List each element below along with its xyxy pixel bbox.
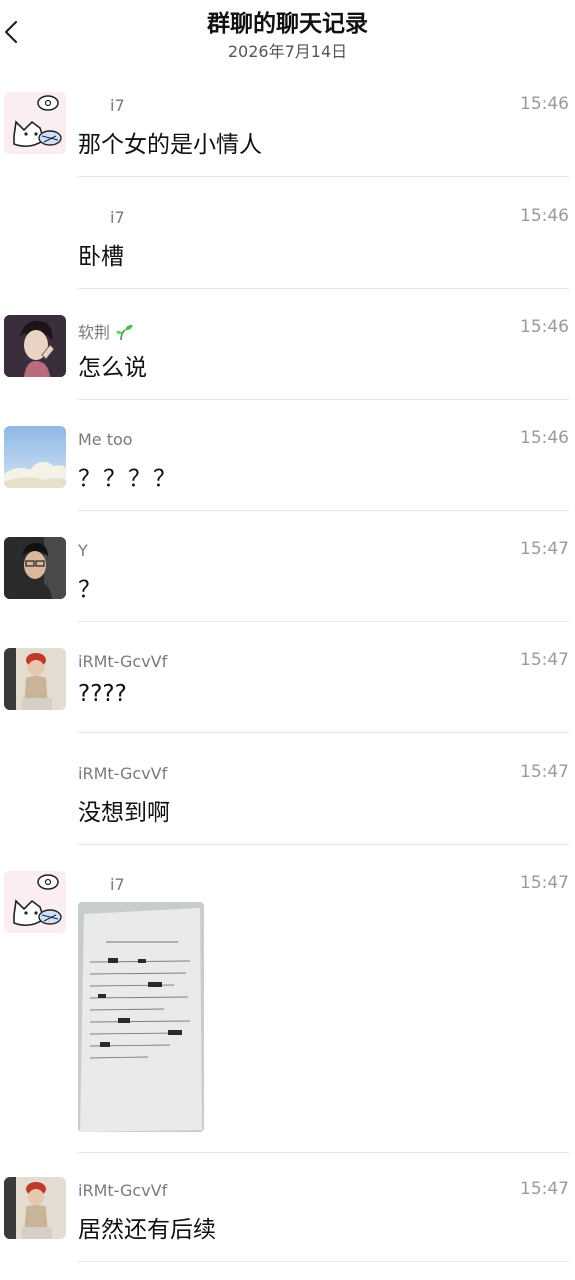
message-time: 15:47 [520, 873, 569, 893]
sender-name: iRMt-GcvVf [78, 652, 168, 671]
child-photo-avatar-icon [4, 1177, 66, 1239]
divider [78, 399, 569, 400]
page-title: 群聊的聊天记录 [207, 11, 368, 37]
chat-message: i7 15:47 [0, 871, 575, 1154]
message-text[interactable]: 卧槽 [78, 237, 124, 271]
sender-name: i7 [110, 208, 125, 227]
divider [78, 1261, 569, 1262]
chat-message: Y 15:47 ？ [0, 537, 575, 623]
page-date: 2026年7月14日 [227, 42, 348, 61]
message-text[interactable]: 那个女的是小情人 [78, 125, 262, 159]
sender-name: iRMt-GcvVf [78, 1181, 168, 1200]
person-photo-avatar-icon [4, 537, 66, 599]
document-photo[interactable] [78, 902, 204, 1132]
message-text[interactable]: 怎么说 [78, 348, 147, 382]
avatar[interactable] [4, 648, 66, 710]
sky-clouds-avatar-icon [4, 426, 66, 488]
chat-message: iRMt-GcvVf 15:47 ???? [0, 648, 575, 734]
message-text[interactable]: 没想到啊 [78, 793, 170, 827]
message-time: 15:46 [520, 317, 569, 337]
avatar[interactable] [4, 315, 66, 377]
header: 群聊的聊天记录 2026年7月14日 [0, 0, 575, 70]
sender-name: Y [78, 541, 88, 560]
message-text[interactable]: ???? [78, 681, 127, 707]
cartoon-cat-avatar-icon [4, 871, 66, 933]
sender-name: Me too [78, 430, 133, 449]
child-photo-avatar-icon [4, 648, 66, 710]
message-time: 15:46 [520, 428, 569, 448]
sender-name: iRMt-GcvVf [78, 764, 168, 783]
sender-name: i7 [110, 875, 125, 894]
message-time: 15:46 [520, 206, 569, 226]
message-time: 15:47 [520, 650, 569, 670]
divider [78, 732, 569, 733]
message-text[interactable]: ？ [78, 570, 101, 604]
divider [78, 844, 569, 845]
divider [78, 1152, 569, 1153]
chat-message: iRMt-GcvVf 15:47 居然还有后续 [0, 1177, 575, 1267]
sprout-icon [116, 324, 134, 341]
chat-message: i7 15:46 那个女的是小情人 [0, 92, 575, 178]
illustrated-person-avatar-icon [4, 315, 66, 377]
avatar[interactable] [4, 92, 66, 154]
handwritten-document-image-icon [78, 902, 204, 1132]
chat-message: iRMt-GcvVf 15:47 没想到啊 [0, 760, 575, 846]
message-time: 15:47 [520, 539, 569, 559]
avatar[interactable] [4, 426, 66, 488]
message-text[interactable]: ？？？？ [78, 459, 178, 493]
avatar[interactable] [4, 871, 66, 933]
divider [78, 288, 569, 289]
message-time: 15:47 [520, 1179, 569, 1199]
avatar[interactable] [4, 537, 66, 599]
chat-message: i7 15:46 卧槽 [0, 204, 575, 290]
chat-message: Me too 15:46 ？？？？ [0, 426, 575, 512]
cartoon-cat-avatar-icon [4, 92, 66, 154]
divider [78, 510, 569, 511]
message-time: 15:46 [520, 94, 569, 114]
message-time: 15:47 [520, 762, 569, 782]
divider [78, 621, 569, 622]
message-text[interactable]: 居然还有后续 [78, 1210, 216, 1244]
sender-name: 软荆 [78, 319, 134, 343]
divider [78, 176, 569, 177]
sender-name: i7 [110, 96, 125, 115]
avatar[interactable] [4, 1177, 66, 1239]
chat-message: 软荆 15:46 怎么说 [0, 315, 575, 401]
